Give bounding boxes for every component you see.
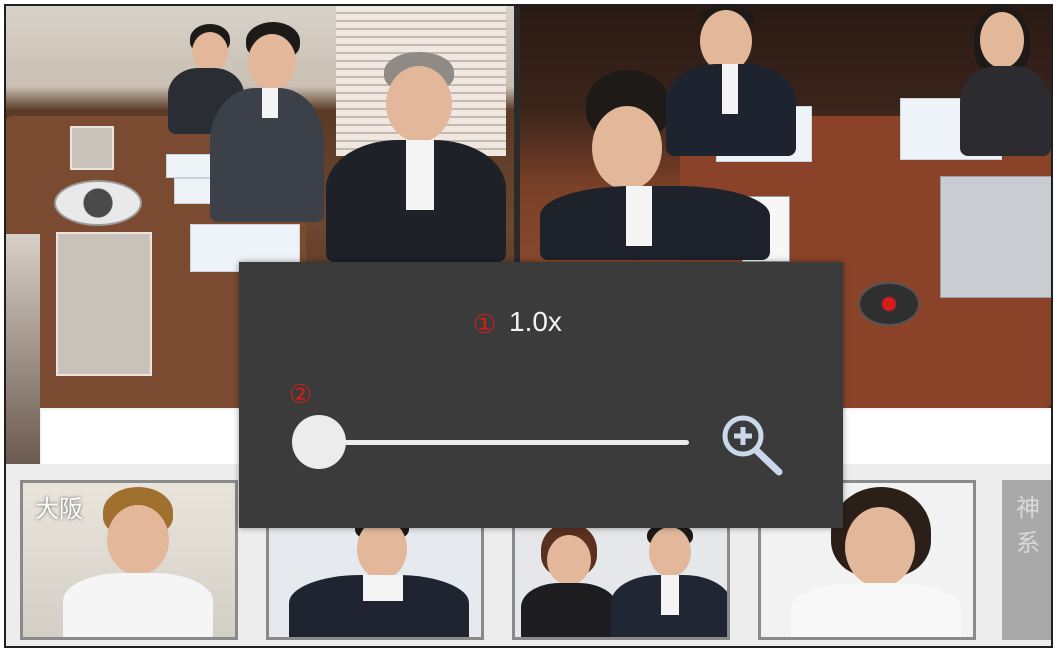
video-conference-window: 大阪 神系 ① 1.0x ② (4, 4, 1053, 648)
participant (960, 6, 1051, 156)
laptop (940, 176, 1051, 298)
participant (289, 513, 469, 637)
thumbnail-offscreen[interactable]: 神系 (1002, 480, 1051, 640)
zoom-slider-thumb[interactable] (292, 415, 346, 469)
participant (660, 6, 800, 156)
participant (521, 523, 617, 637)
cable-strip (56, 232, 152, 376)
location-label: 大阪 (35, 495, 83, 523)
zoom-control-panel: ① 1.0x ② (239, 262, 843, 528)
participant (63, 487, 213, 637)
thumbnail-osaka[interactable]: 大阪 (20, 480, 238, 640)
participant (306, 52, 506, 262)
conference-speaker (858, 282, 920, 326)
conference-speaker (54, 180, 142, 226)
location-label: 神系 (1016, 494, 1040, 557)
participant (611, 523, 727, 637)
side-participant-feed (6, 234, 40, 464)
annotation-marker-1: ① (473, 310, 497, 340)
zoom-level-display: 1.0x (509, 306, 562, 337)
annotation-marker-2: ② (289, 380, 313, 410)
zoom-slider-track[interactable] (319, 440, 689, 445)
zoom-in-icon[interactable] (717, 412, 791, 478)
cable-strip (70, 126, 114, 170)
